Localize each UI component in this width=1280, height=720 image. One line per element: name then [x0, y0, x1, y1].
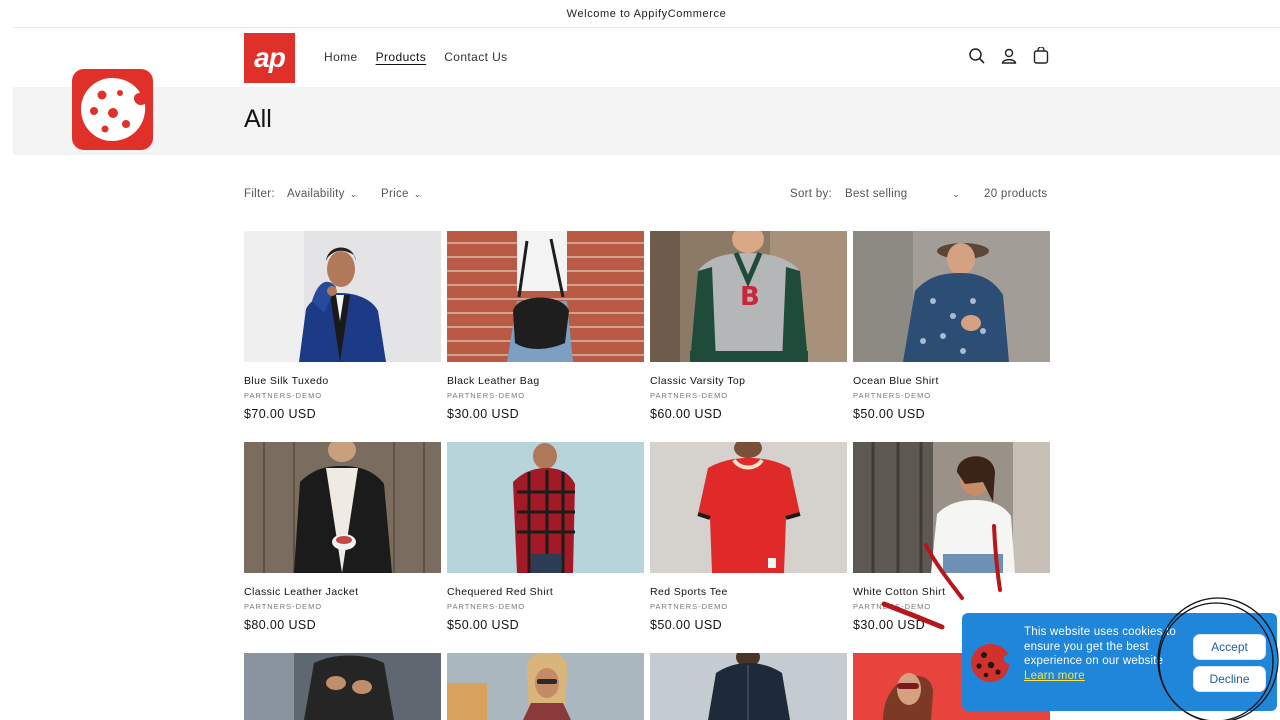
nav-home[interactable]: Home [324, 50, 358, 64]
product-image[interactable] [853, 442, 1050, 573]
nav-products[interactable]: Products [376, 50, 427, 64]
product-card[interactable]: Black Leather Bag PARTNERS-DEMO $30.00 U… [447, 231, 644, 421]
collection-banner: All [13, 87, 1280, 155]
product-title[interactable]: Ocean Blue Shirt [853, 375, 939, 387]
product-image[interactable] [244, 653, 441, 720]
product-image[interactable] [244, 442, 441, 573]
product-vendor: PARTNERS-DEMO [650, 391, 729, 400]
product-card[interactable]: B Classic Varsity Top PARTNERS-DEMO $60.… [650, 231, 847, 421]
product-image[interactable] [650, 442, 847, 573]
filter-bar: Filter: Availability ⌄ Price ⌄ Sort by: Be… [244, 188, 1050, 206]
sort-label: Sort by: [790, 188, 833, 200]
page-title: All [244, 105, 272, 133]
product-title[interactable]: Classic Leather Jacket [244, 586, 358, 598]
product-card[interactable]: Blue Silk Tuxedo PARTNERS-DEMO $70.00 US… [244, 231, 441, 421]
price-filter[interactable]: Price ⌄ [381, 188, 422, 200]
product-card[interactable]: Chequered Red Shirt PARTNERS-DEMO $50.00… [447, 442, 644, 632]
product-card[interactable]: Red Sports Tee PARTNERS-DEMO $50.00 USD [650, 442, 847, 632]
product-price: $30.00 USD [447, 407, 520, 421]
header-icons [968, 46, 1050, 65]
product-price: $60.00 USD [650, 407, 723, 421]
accept-button[interactable]: Accept [1193, 634, 1266, 660]
product-price: $70.00 USD [244, 407, 317, 421]
product-title[interactable]: Blue Silk Tuxedo [244, 375, 329, 387]
product-title[interactable]: Red Sports Tee [650, 586, 728, 598]
product-image[interactable] [447, 653, 644, 720]
svg-text:B: B [740, 282, 760, 312]
product-vendor: PARTNERS-DEMO [244, 391, 323, 400]
product-title[interactable]: White Cotton Shirt [853, 586, 945, 598]
search-icon[interactable] [968, 47, 986, 65]
cookie-message: This website uses cookies to ensure you … [1024, 625, 1189, 683]
cookie-consent-badge[interactable] [72, 69, 153, 150]
product-count: 20 products [984, 188, 1048, 200]
logo-text: ap [254, 42, 286, 73]
product-image[interactable] [447, 442, 644, 573]
product-price: $30.00 USD [853, 618, 926, 632]
product-card[interactable]: Classic Leather Jacket PARTNERS-DEMO $80… [244, 442, 441, 632]
main-nav: Home Products Contact Us [324, 28, 508, 86]
announcement-bar: Welcome to AppifyCommerce [13, 0, 1280, 28]
cookie-icon [971, 644, 1009, 682]
product-card[interactable]: Ocean Blue Shirt PARTNERS-DEMO $50.00 US… [853, 231, 1050, 421]
product-card[interactable] [447, 653, 644, 720]
nav-contact-us[interactable]: Contact Us [444, 50, 507, 64]
product-card[interactable]: White Cotton Shirt PARTNERS-DEMO $30.00 … [853, 442, 1050, 632]
product-vendor: PARTNERS-DEMO [447, 602, 526, 611]
learn-more-link[interactable]: Learn more [1024, 670, 1085, 682]
product-vendor: PARTNERS-DEMO [650, 602, 729, 611]
product-vendor: PARTNERS-DEMO [244, 602, 323, 611]
sort-select[interactable]: Best selling ⌄ [845, 188, 960, 200]
chevron-down-icon: ⌄ [413, 188, 422, 199]
cart-icon[interactable] [1032, 46, 1050, 65]
cookie-message-text: This website uses cookies to ensure you … [1024, 626, 1176, 668]
product-card[interactable] [244, 653, 441, 720]
product-title[interactable]: Classic Varsity Top [650, 375, 745, 387]
product-price: $50.00 USD [447, 618, 520, 632]
product-title[interactable]: Chequered Red Shirt [447, 586, 553, 598]
product-price: $50.00 USD [650, 618, 723, 632]
product-vendor: PARTNERS-DEMO [447, 391, 526, 400]
product-vendor: PARTNERS-DEMO [853, 391, 932, 400]
site-header: ap Home Products Contact Us [0, 28, 1280, 86]
chevron-down-icon: ⌄ [349, 188, 358, 199]
product-title[interactable]: Black Leather Bag [447, 375, 540, 387]
product-vendor: PARTNERS-DEMO [853, 602, 932, 611]
product-image[interactable] [650, 653, 847, 720]
product-image[interactable] [447, 231, 644, 362]
product-image[interactable] [244, 231, 441, 362]
store-logo[interactable]: ap [244, 33, 295, 83]
account-icon[interactable] [1000, 47, 1018, 65]
product-image[interactable]: B [650, 231, 847, 362]
cookie-icon [81, 78, 146, 141]
product-price: $50.00 USD [853, 407, 926, 421]
availability-filter[interactable]: Availability ⌄ [287, 188, 358, 200]
announcement-text: Welcome to AppifyCommerce [566, 7, 727, 20]
product-price: $80.00 USD [244, 618, 317, 632]
product-image[interactable] [853, 231, 1050, 362]
filter-label: Filter: [244, 188, 275, 200]
cookie-popup: This website uses cookies to ensure you … [962, 613, 1277, 711]
product-card[interactable] [650, 653, 847, 720]
chevron-down-icon: ⌄ [952, 188, 960, 199]
decline-button[interactable]: Decline [1193, 666, 1266, 692]
